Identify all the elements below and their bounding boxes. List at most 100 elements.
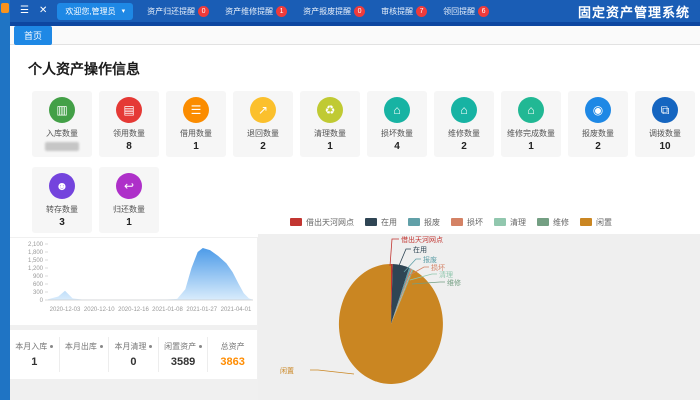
nav-item-reminder-4[interactable]: 领回提醒6	[443, 6, 489, 17]
monthly-stat-2: 本月清理 0	[109, 337, 159, 372]
stat-card[interactable]: ◉ 报废数量 2	[568, 91, 628, 157]
monthly-stat-label: 闲置资产	[159, 341, 208, 352]
x-axis-tick-label: 2020-12-10	[84, 307, 115, 313]
stat-card-value: 1	[126, 217, 132, 228]
house-icon: ⌂	[384, 97, 410, 123]
nav-item-reminder-3[interactable]: 审核提醒7	[381, 6, 427, 17]
reminder-count-badge: 6	[478, 6, 489, 17]
legend-swatch	[408, 218, 420, 226]
line-chart-icon: ↗	[250, 97, 276, 123]
nav-item-reminder-0[interactable]: 资产归还提醒0	[147, 6, 209, 17]
main-content: 个人资产操作信息 ▥入库数量▤领用数量8☰借用数量1↗退回数量2♻清理数量1⌂损…	[10, 45, 700, 237]
stat-card-label: 报废数量	[582, 128, 614, 139]
pie-callout-label-5: 维修	[447, 278, 461, 288]
document-icon: ▤	[116, 97, 142, 123]
y-axis-tick-label: 1,800	[28, 250, 44, 256]
app-title: 固定资产管理系统	[578, 2, 690, 21]
monthly-stat-label: 总资产	[208, 341, 257, 352]
stat-card[interactable]: ▥ 入库数量	[32, 91, 92, 157]
y-axis-tick-label: 0	[40, 298, 44, 304]
nav-item-reminder-2[interactable]: 资产报废提醒0	[303, 6, 365, 17]
stat-card[interactable]: ▤领用数量8	[99, 91, 159, 157]
money-bag-icon: ◉	[585, 97, 611, 123]
monthly-stat-1: 本月出库	[60, 337, 110, 372]
return-icon: ↩	[116, 173, 142, 199]
legend-label: 维修	[553, 217, 569, 228]
house-check-icon: ⌂	[518, 97, 544, 123]
stat-card-label: 退回数量	[247, 128, 279, 139]
tab-home[interactable]: 首页	[14, 26, 52, 45]
asset-trend-area-chart: 03006009001,2001,5001,8002,1002020-12-03…	[10, 238, 257, 325]
tab-bar: 首页	[10, 26, 700, 45]
stat-card-value: 3	[59, 217, 65, 228]
stat-card-label: 损坏数量	[381, 128, 413, 139]
legend-item-3[interactable]: 损坏	[451, 217, 483, 228]
legend-item-5[interactable]: 维修	[537, 217, 569, 228]
legend-label: 闲置	[596, 217, 612, 228]
reminder-count-badge: 7	[416, 6, 427, 17]
stat-card[interactable]: ↗退回数量2	[233, 91, 293, 157]
clean-icon: ♻	[317, 97, 343, 123]
pie-slice-6[interactable]	[339, 264, 443, 384]
stat-card[interactable]: ⌂维修完成数量1	[501, 91, 561, 157]
user-tab[interactable]: 欢迎您,管理员 ▾	[57, 3, 133, 20]
nav-item-label: 资产报废提醒	[303, 6, 351, 17]
stat-card-label: 转存数量	[46, 204, 78, 215]
stat-card-label: 领用数量	[113, 128, 145, 139]
monthly-stat-0: 本月入库 1	[10, 337, 60, 372]
stat-card[interactable]: ⧉调拨数量10	[635, 91, 695, 157]
y-axis-tick-label: 1,500	[28, 258, 44, 264]
reminder-count-badge: 1	[276, 6, 287, 17]
legend-item-6[interactable]: 闲置	[580, 217, 612, 228]
stat-card-label: 借用数量	[180, 128, 212, 139]
top-navbar: ☰ ✕ 欢迎您,管理员 ▾ 资产归还提醒0资产维修提醒1资产报废提醒0审核提醒7…	[10, 0, 700, 22]
reminder-count-badge: 0	[198, 6, 209, 17]
stat-card[interactable]: ↩ 归还数量 1	[99, 167, 159, 233]
stat-cards-row-1: ▥入库数量▤领用数量8☰借用数量1↗退回数量2♻清理数量1⌂损坏数量4⌂维修数量…	[32, 91, 700, 157]
nav-item-reminder-1[interactable]: 资产维修提醒1	[225, 6, 287, 17]
legend-item-1[interactable]: 在用	[365, 217, 397, 228]
pie-chart-panel: 借出天河网点在用报废损坏清理维修闲置 借出天河网点在用报废损坏清理维修闲置	[258, 210, 700, 400]
stat-card-value: 2	[595, 141, 601, 152]
person-icon: ☻	[49, 173, 75, 199]
monthly-stat-label-text: 本月出库	[65, 341, 97, 352]
monthly-stat-label-text: 本月清理	[114, 341, 146, 352]
bar-chart-icon: ▥	[49, 97, 75, 123]
pie-callout-label-1: 在用	[413, 245, 427, 255]
x-axis-tick-label: 2020-12-03	[50, 307, 81, 313]
asset-status-pie-chart	[258, 210, 700, 400]
stat-card-label: 维修完成数量	[507, 128, 555, 139]
monthly-stat-value: 0	[109, 356, 158, 368]
monthly-stat-value: 3863	[208, 356, 257, 368]
nav-reminder-items: 资产归还提醒0资产维修提醒1资产报废提醒0审核提醒7领回提醒6	[147, 6, 489, 17]
nav-item-label: 领回提醒	[443, 6, 475, 17]
close-icon[interactable]: ✕	[39, 0, 47, 22]
monthly-stat-value	[60, 356, 109, 368]
pie-callout-label-6: 闲置	[280, 366, 294, 376]
pie-leader-line	[390, 239, 399, 266]
house-repair-icon: ⌂	[451, 97, 477, 123]
menu-icon[interactable]: ☰	[20, 0, 29, 22]
monthly-stat-label: 本月出库	[60, 341, 109, 352]
chevron-down-icon: ▾	[122, 7, 126, 15]
stat-card-label: 归还数量	[113, 204, 145, 215]
stat-card[interactable]: ⌂维修数量2	[434, 91, 494, 157]
monthly-stat-label-text: 本月入库	[15, 341, 47, 352]
area-series	[48, 248, 253, 300]
stat-card-label: 入库数量	[46, 128, 78, 139]
stat-card-value: 2	[461, 141, 467, 152]
legend-item-0[interactable]: 借出天河网点	[290, 217, 354, 228]
stat-card[interactable]: ☻ 转存数量 3	[32, 167, 92, 233]
monthly-stat-value: 1	[10, 356, 59, 368]
legend-swatch	[580, 218, 592, 226]
stat-card[interactable]: ☰借用数量1	[166, 91, 226, 157]
legend-item-2[interactable]: 报废	[408, 217, 440, 228]
legend-label: 损坏	[467, 217, 483, 228]
stat-card[interactable]: ♻清理数量1	[300, 91, 360, 157]
x-axis-tick-label: 2021-04-01	[221, 307, 252, 313]
collapsed-sidebar[interactable]	[0, 0, 10, 400]
stat-card[interactable]: ⌂损坏数量4	[367, 91, 427, 157]
legend-item-4[interactable]: 清理	[494, 217, 526, 228]
pie-callout-label-0: 借出天河网点	[401, 235, 443, 245]
monthly-stat-3: 闲置资产3589	[159, 337, 209, 372]
